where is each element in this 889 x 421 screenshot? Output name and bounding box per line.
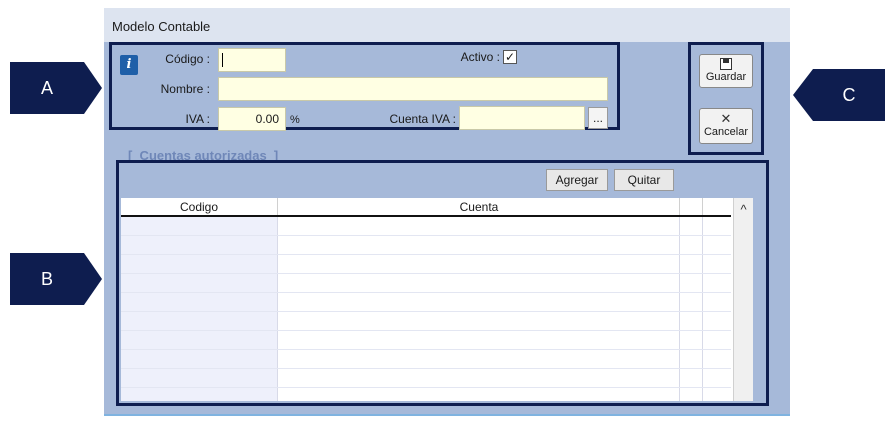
app-window: Modelo Contable i Código : Activo : ✓ No… bbox=[104, 8, 790, 416]
callout-b-arrow bbox=[84, 253, 102, 305]
guardar-label: Guardar bbox=[705, 71, 747, 83]
table-row[interactable] bbox=[121, 293, 731, 312]
cuenta-iva-input[interactable] bbox=[459, 106, 585, 130]
cancelar-button[interactable]: ✕ Cancelar bbox=[699, 108, 753, 144]
iva-percent-label: % bbox=[290, 114, 300, 126]
column-header-cuenta[interactable]: Cuenta bbox=[277, 198, 680, 216]
nombre-input[interactable] bbox=[218, 77, 608, 101]
iva-input[interactable]: 0.00 bbox=[218, 107, 286, 131]
save-disk-icon bbox=[720, 58, 732, 70]
vertical-scrollbar[interactable]: ^ bbox=[733, 198, 753, 401]
column-header-codigo[interactable]: Codigo bbox=[121, 198, 277, 216]
callout-c: C bbox=[813, 69, 885, 121]
callout-c-label: C bbox=[842, 85, 856, 105]
activo-checkbox[interactable]: ✓ bbox=[503, 50, 517, 64]
iva-label: IVA : bbox=[185, 112, 210, 126]
column-header-extra-2 bbox=[702, 198, 734, 216]
iva-value: 0.00 bbox=[255, 112, 279, 126]
guardar-button[interactable]: Guardar bbox=[699, 54, 753, 88]
codigo-label: Código : bbox=[165, 52, 210, 66]
table-row[interactable] bbox=[121, 274, 731, 293]
scroll-up-icon[interactable]: ^ bbox=[734, 202, 753, 217]
callout-a: A bbox=[10, 62, 84, 114]
cancel-x-icon: ✕ bbox=[720, 111, 732, 126]
callout-a-label: A bbox=[40, 78, 53, 98]
nombre-label: Nombre : bbox=[160, 82, 210, 96]
accounts-grid: Codigo Cuenta ^ bbox=[121, 198, 753, 401]
check-icon: ✓ bbox=[504, 50, 516, 64]
table-row[interactable] bbox=[121, 312, 731, 331]
table-row[interactable] bbox=[121, 236, 731, 255]
info-icon[interactable]: i bbox=[120, 55, 138, 75]
cuenta-iva-label: Cuenta IVA : bbox=[389, 112, 457, 126]
title-bar: Modelo Contable bbox=[104, 8, 790, 42]
callout-b-label: B bbox=[40, 269, 53, 289]
cuenta-iva-browse-button[interactable]: ... bbox=[588, 107, 608, 129]
table-row[interactable] bbox=[121, 255, 731, 274]
column-header-extra-1 bbox=[679, 198, 703, 216]
callout-b: B bbox=[10, 253, 84, 305]
table-row[interactable] bbox=[121, 217, 731, 236]
agregar-button[interactable]: Agregar bbox=[546, 169, 608, 191]
table-row[interactable] bbox=[121, 369, 731, 388]
table-row[interactable] bbox=[121, 331, 731, 350]
window-title: Modelo Contable bbox=[112, 19, 211, 34]
quitar-button[interactable]: Quitar bbox=[614, 169, 674, 191]
cancelar-label: Cancelar bbox=[703, 126, 749, 138]
activo-label: Activo : bbox=[460, 50, 500, 64]
callout-a-arrow bbox=[84, 62, 102, 114]
callout-c-arrow bbox=[793, 69, 813, 121]
codigo-input[interactable] bbox=[218, 48, 286, 72]
table-row[interactable] bbox=[121, 350, 731, 369]
